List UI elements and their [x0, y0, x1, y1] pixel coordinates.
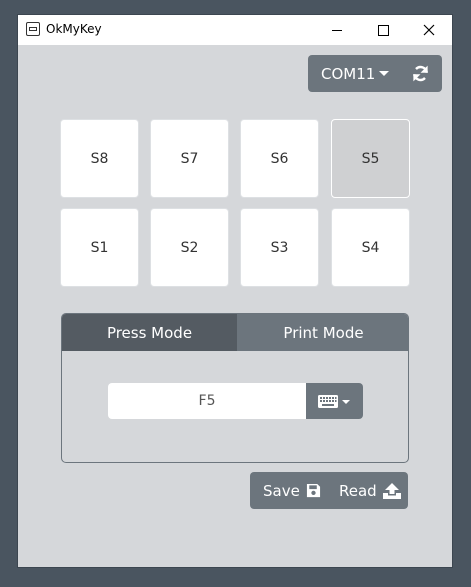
keyboard-dropdown-button[interactable]	[306, 383, 363, 419]
key-s6[interactable]: S6	[240, 119, 319, 198]
action-button-group: Save Read	[250, 472, 408, 509]
maximize-icon	[377, 24, 389, 36]
app-logo-icon	[26, 22, 40, 36]
key-s8[interactable]: S8	[60, 119, 139, 198]
key-s5[interactable]: S5	[331, 119, 410, 198]
floppy-disk-icon	[306, 483, 320, 498]
refresh-icon[interactable]	[411, 64, 430, 83]
read-button[interactable]: Read	[339, 472, 401, 509]
read-label: Read	[339, 481, 377, 500]
save-label: Save	[263, 481, 300, 500]
app-window: OkMyKey COM11 S8 S7 S6 S5 S1 S2 S3 S4 Pr…	[18, 15, 452, 567]
port-select-group: COM11	[308, 55, 442, 92]
title-bar[interactable]: OkMyKey	[18, 15, 452, 45]
close-icon	[423, 24, 435, 36]
keyboard-icon	[318, 395, 338, 408]
key-s7[interactable]: S7	[150, 119, 229, 198]
chevron-down-icon	[342, 400, 350, 404]
close-button[interactable]	[406, 15, 452, 45]
key-s4[interactable]: S4	[331, 208, 410, 287]
maximize-button[interactable]	[360, 15, 406, 45]
tab-press-mode[interactable]: Press Mode	[62, 314, 237, 351]
port-label: COM11	[321, 65, 376, 83]
tab-print-mode[interactable]: Print Mode	[237, 314, 408, 351]
save-button[interactable]: Save	[263, 472, 321, 509]
window-title: OkMyKey	[46, 22, 102, 36]
key-s2[interactable]: S2	[150, 208, 229, 287]
key-s1[interactable]: S1	[60, 208, 139, 287]
minimize-button[interactable]	[314, 15, 360, 45]
upload-icon	[382, 482, 401, 499]
key-value-input[interactable]: F5	[108, 383, 306, 419]
key-s3[interactable]: S3	[240, 208, 319, 287]
chevron-down-icon	[379, 71, 389, 76]
minimize-icon	[332, 29, 342, 31]
